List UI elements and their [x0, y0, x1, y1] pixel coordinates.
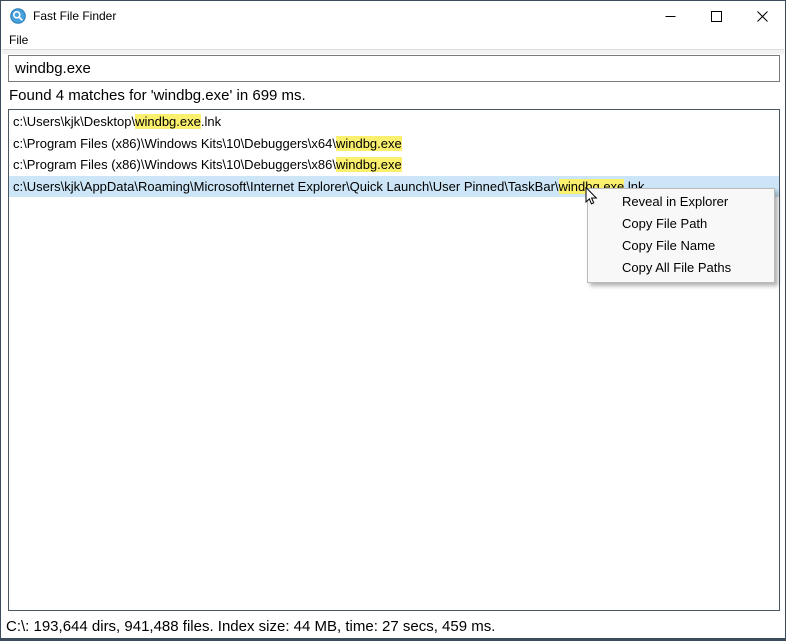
- path-prefix: c:\Program Files (x86)\Windows Kits\10\D…: [13, 136, 336, 151]
- found-matches-text: Found 4 matches for 'windbg.exe' in 699 …: [9, 87, 306, 104]
- path-prefix: c:\Users\kjk\Desktop\: [13, 114, 135, 129]
- title-bar: Fast File Finder: [1, 1, 785, 31]
- match-highlight: windbg.exe: [336, 136, 402, 151]
- result-row[interactable]: c:\Program Files (x86)\Windows Kits\10\D…: [9, 133, 779, 155]
- menu-bar: File: [2, 31, 784, 50]
- menu-item-file[interactable]: File: [2, 31, 35, 47]
- close-button[interactable]: [739, 1, 785, 31]
- results-list[interactable]: c:\Users\kjk\Desktop\windbg.exe.lnk c:\P…: [8, 109, 780, 611]
- status-bar: C:\: 193,644 dirs, 941,488 files. Index …: [6, 618, 781, 635]
- app-window: Fast File Finder File Found 4 m: [0, 0, 786, 641]
- path-prefix: c:\Program Files (x86)\Windows Kits\10\D…: [13, 157, 336, 172]
- minimize-button[interactable]: [647, 1, 693, 31]
- path-suffix: .lnk: [201, 114, 221, 129]
- maximize-button[interactable]: [693, 1, 739, 31]
- context-menu-item-copy-file-name[interactable]: Copy File Name: [588, 235, 774, 257]
- magnifier-icon: [10, 8, 26, 24]
- result-row[interactable]: c:\Program Files (x86)\Windows Kits\10\D…: [9, 154, 779, 176]
- match-highlight: windbg.exe: [135, 114, 201, 129]
- close-icon: [757, 11, 768, 22]
- maximize-icon: [711, 11, 722, 22]
- context-menu: Reveal in Explorer Copy File Path Copy F…: [587, 188, 775, 283]
- context-menu-item-copy-all-file-paths[interactable]: Copy All File Paths: [588, 257, 774, 279]
- window-controls: [647, 1, 785, 31]
- context-menu-item-reveal-in-explorer[interactable]: Reveal in Explorer: [588, 191, 774, 213]
- path-prefix: c:\Users\kjk\AppData\Roaming\Microsoft\I…: [13, 179, 559, 194]
- search-input[interactable]: [8, 55, 780, 82]
- result-row[interactable]: c:\Users\kjk\Desktop\windbg.exe.lnk: [9, 111, 779, 133]
- minimize-icon: [665, 11, 676, 22]
- context-menu-item-copy-file-path[interactable]: Copy File Path: [588, 213, 774, 235]
- window-title: Fast File Finder: [33, 9, 116, 23]
- match-highlight: windbg.exe: [336, 157, 402, 172]
